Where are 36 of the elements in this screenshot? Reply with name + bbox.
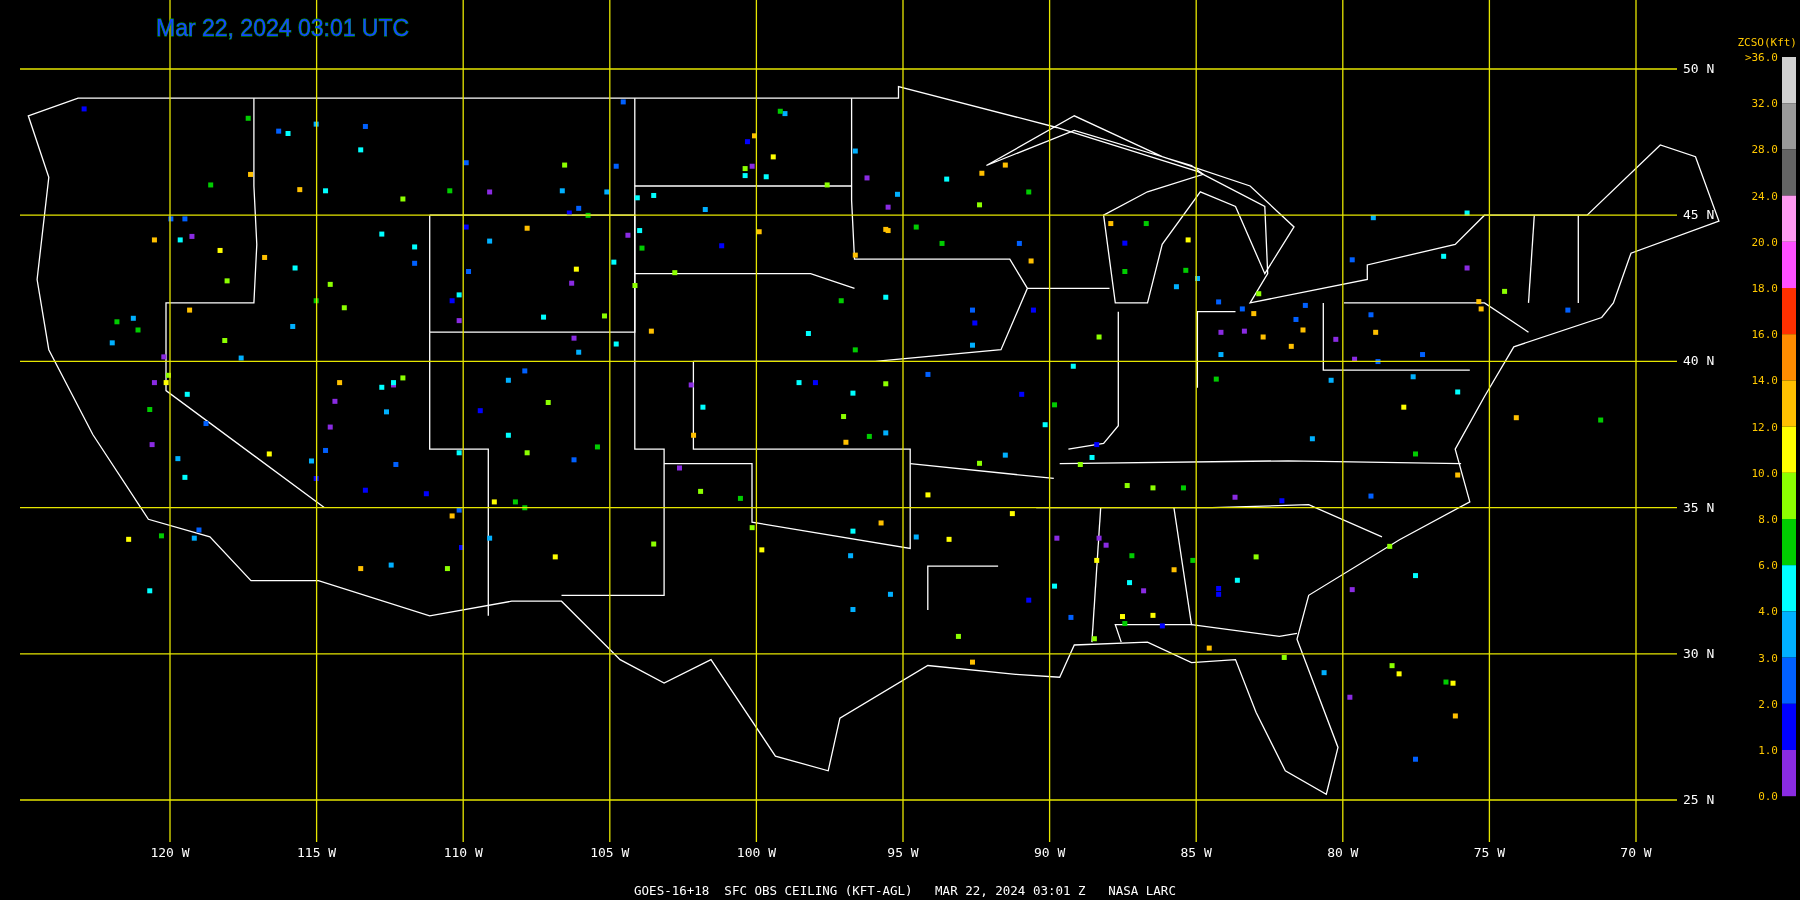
longitude-label: 75 W xyxy=(1473,845,1506,860)
longitude-label: 95 W xyxy=(887,845,919,860)
colorbar-tick-label: 12.0 xyxy=(1751,420,1778,434)
latitude-label: 35 N xyxy=(1683,499,1715,515)
colorbar-tick-label: >36.0 xyxy=(1744,51,1778,64)
colorbar-tick-label: 14.0 xyxy=(1751,374,1778,388)
colorbar-tick-label: 18.0 xyxy=(1751,282,1778,295)
longitude-label: 100 W xyxy=(736,845,776,860)
colorbar-tick-label: 1.0 xyxy=(1758,744,1778,757)
latitude-label: 45 N xyxy=(1683,207,1715,223)
colorbar-tick-label: 4.0 xyxy=(1758,605,1778,619)
colorbar-tick-label: 2.0 xyxy=(1758,697,1778,711)
colorbar-tick-label: 24.0 xyxy=(1751,189,1778,203)
latitude-label: 25 N xyxy=(1683,792,1715,807)
longitude-label: 110 W xyxy=(443,845,483,860)
colorbar-tick-label: 20.0 xyxy=(1751,235,1778,249)
longitude-label: 80 W xyxy=(1327,845,1359,860)
longitude-label: 85 W xyxy=(1180,845,1212,860)
colorbar-tick-label: 10.0 xyxy=(1751,466,1778,480)
map-caption: GOES-16+18 SFC OBS CEILING (KFT-AGL) MAR 22, 2024 03:01 Z NASA LARC xyxy=(634,883,1176,898)
colorbar-tick-label: 8.0 xyxy=(1758,513,1778,526)
latitude-label: 40 N xyxy=(1683,353,1715,369)
colorbar-tick-label: 32.0 xyxy=(1751,97,1778,111)
colorbar-tick-label: 0.0 xyxy=(1758,790,1778,804)
longitude-label: 105 W xyxy=(590,845,630,860)
longitude-label: 115 W xyxy=(297,845,337,860)
colorbar-tick-label: 28.0 xyxy=(1751,143,1778,157)
colorbar-tick-label: 16.0 xyxy=(1751,328,1778,342)
latitude-label: 30 N xyxy=(1683,645,1715,661)
longitude-label: 70 W xyxy=(1620,845,1652,860)
longitude-label: 90 W xyxy=(1033,845,1066,860)
colorbar-tick-label: 3.0 xyxy=(1758,651,1778,665)
legend-title: ZCSO(Kft) xyxy=(1737,36,1797,49)
latitude-label: 50 N xyxy=(1683,61,1715,76)
longitude-label: 120 W xyxy=(150,845,190,860)
colorbar-tick-label: 6.0 xyxy=(1758,559,1778,573)
